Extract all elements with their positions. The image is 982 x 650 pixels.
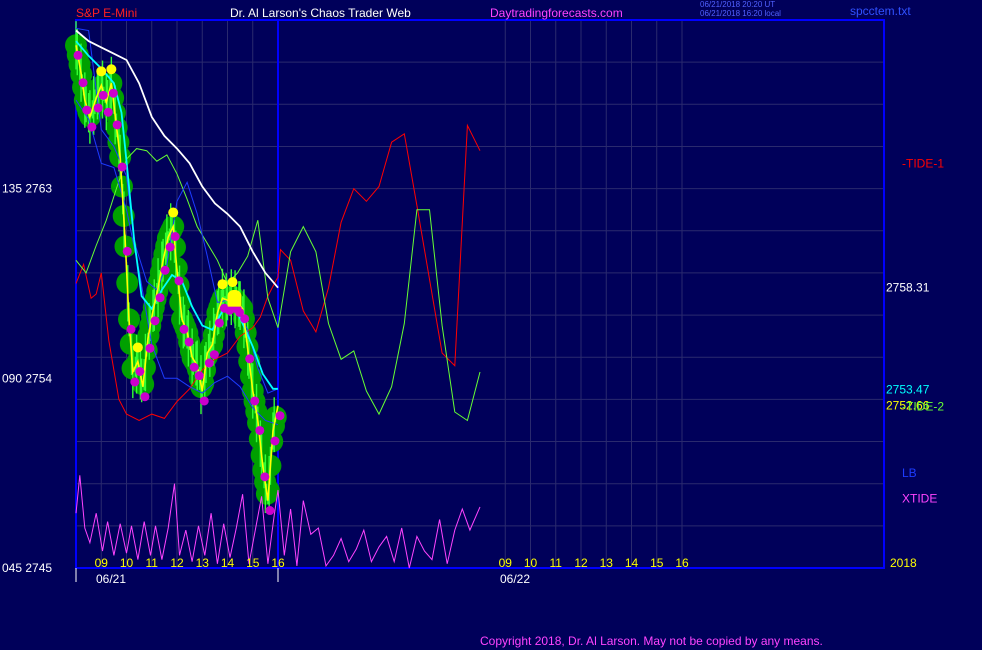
timestamp-ut: 06/21/2018 20:20 UT (700, 0, 775, 9)
swing-low-dot (189, 362, 199, 372)
swing-low-dot (255, 425, 265, 435)
x-hour-label: 10 (120, 556, 134, 570)
plot-border (75, 19, 885, 569)
swing-low-dot (117, 162, 127, 172)
x-hour-label: 14 (221, 556, 235, 570)
x-hour-label: 10 (524, 556, 538, 570)
swing-low-dot (130, 377, 140, 387)
x-hour-label: 11 (146, 556, 159, 570)
swing-low-dot (112, 120, 122, 130)
swing-low-dot (275, 411, 285, 421)
swing-low-dot (103, 107, 113, 117)
swing-low-dot (126, 324, 136, 334)
copyright: Copyright 2018, Dr. Al Larson. May not b… (480, 634, 823, 648)
x-hour-label: 15 (650, 556, 664, 570)
swing-low-dot (260, 472, 270, 482)
swing-low-dot (135, 366, 145, 376)
swing-high-dot (106, 64, 117, 75)
swing-high-dot (227, 277, 238, 288)
x-hour-label: 16 (675, 556, 689, 570)
x-date-label: 06/21 (96, 572, 126, 586)
right-label: 2758.31 (886, 280, 930, 294)
swing-high-dot (96, 66, 107, 77)
right-label: 2753.47 (886, 382, 930, 396)
x-hour-label: 13 (196, 556, 210, 570)
x-date-label: 06/22 (500, 572, 530, 586)
swing-low-dot (98, 90, 108, 100)
x-hour-label: 09 (95, 556, 109, 570)
swing-low-dot (160, 265, 170, 275)
x-hour-label: 11 (550, 556, 563, 570)
swing-low-dot (250, 396, 260, 406)
swing-low-dot (240, 314, 250, 324)
swing-low-dot (170, 232, 180, 242)
consolidation-marker-base (227, 306, 242, 313)
swing-low-dot (78, 78, 88, 88)
x-hour-label: 09 (499, 556, 513, 570)
swing-low-dot (194, 371, 204, 381)
swing-low-dot (145, 343, 155, 353)
swing-low-dot (155, 293, 165, 303)
swing-low-dot (179, 324, 189, 334)
x-hour-label: 13 (600, 556, 614, 570)
swing-low-dot (214, 318, 224, 328)
swing-low-dot (108, 88, 118, 98)
swing-low-dot (184, 337, 194, 347)
swing-low-dot (265, 506, 275, 516)
swing-low-dot (270, 436, 280, 446)
swing-low-dot (165, 242, 175, 252)
swing-low-dot (73, 50, 83, 60)
y-tick-label: 090 2754 (2, 371, 52, 385)
right-label: -TIDE-1 (902, 156, 944, 170)
right-label: LB (902, 466, 917, 480)
swing-low-dot (93, 103, 103, 113)
swing-low-dot (82, 105, 92, 115)
swing-high-dot (217, 279, 228, 290)
y-tick-label: 135 2763 (2, 182, 52, 196)
swing-low-dot (150, 316, 160, 326)
x-hour-label: 15 (246, 556, 260, 570)
file-name: spcctem.txt (850, 4, 911, 18)
swing-low-dot (199, 396, 209, 406)
grid (76, 20, 884, 568)
swing-low-dot (204, 358, 214, 368)
x-hour-label: 16 (271, 556, 285, 570)
instrument-title: S&P E-Mini (76, 6, 137, 20)
right-label: XTIDE (902, 491, 937, 505)
right-labels: -TIDE-12758.312753.472752.66-TIDE-2LBXTI… (886, 156, 944, 505)
swing-low-dot (87, 122, 97, 132)
swing-low-dot (209, 350, 219, 360)
x-hour-label: 14 (625, 556, 639, 570)
swing-low-dot (122, 246, 132, 256)
swing-low-dot (140, 392, 150, 402)
y-tick-label: 045 2745 (2, 561, 52, 575)
right-label: -TIDE-2 (902, 400, 944, 414)
x-hour-label: 12 (574, 556, 588, 570)
swing-low-dot (174, 276, 184, 286)
swing-high-dot (168, 207, 179, 218)
site-title: Dr. Al Larson's Chaos Trader Web (230, 6, 411, 20)
swing-low-dot (245, 354, 255, 364)
x-hour-label: 12 (170, 556, 184, 570)
year-label: 2018 (890, 556, 917, 570)
chart-canvas: 135 2763 090 2754 045 2745 09 10 11 12 13 14 15 16… (2, 0, 944, 648)
swing-high-dot (132, 342, 143, 353)
domain-title: Daytradingforecasts.com (490, 6, 623, 20)
timestamp-local: 06/21/2018 16:20 local (700, 9, 781, 18)
